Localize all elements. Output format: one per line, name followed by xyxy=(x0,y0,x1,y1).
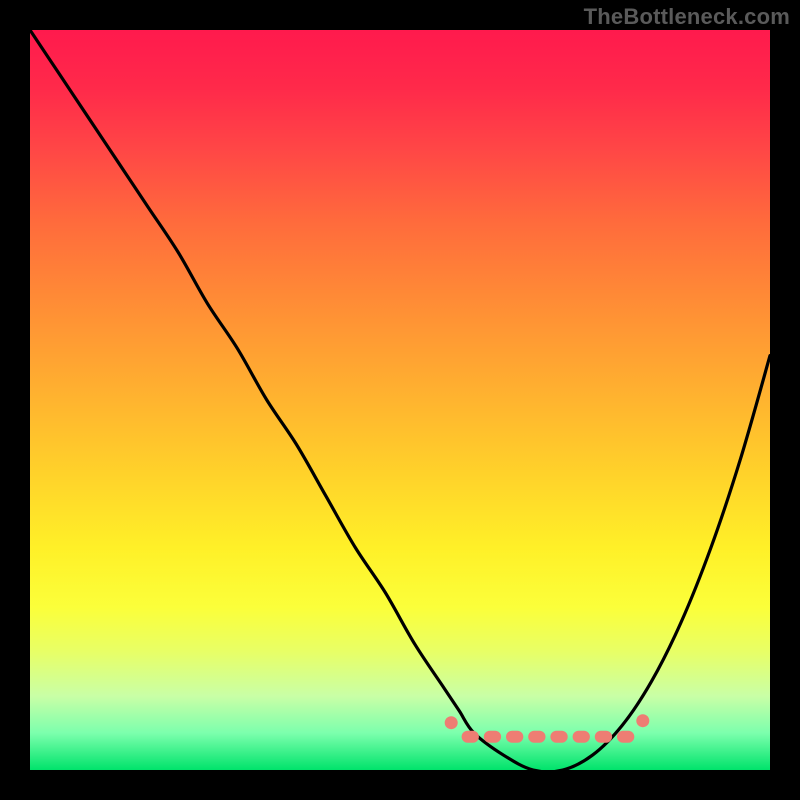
highlight-dash xyxy=(550,731,567,743)
curve-layer xyxy=(30,30,770,770)
highlight-dash xyxy=(573,731,590,743)
highlight-dash xyxy=(617,731,634,743)
highlight-endcap xyxy=(445,716,458,729)
watermark-text: TheBottleneck.com xyxy=(584,4,790,30)
highlight-endcap xyxy=(636,714,649,727)
highlight-dash xyxy=(595,731,612,743)
highlight-dash xyxy=(528,731,545,743)
chart-container: TheBottleneck.com xyxy=(0,0,800,800)
highlight-dash xyxy=(506,731,523,743)
bottleneck-curve xyxy=(30,30,770,772)
highlight-dash xyxy=(484,731,501,743)
highlight-dash xyxy=(462,731,479,743)
plot-area xyxy=(30,30,770,770)
